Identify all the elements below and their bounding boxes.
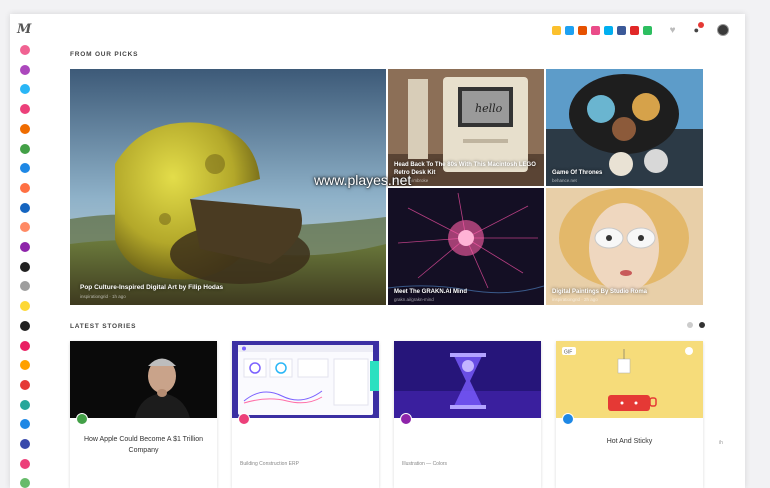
pick-card-got[interactable]: Game Of Thrones behance.net [546, 69, 703, 186]
pick-image-neuron-art [388, 188, 544, 305]
carousel-prev-dot[interactable] [687, 322, 693, 328]
category-icon-19[interactable] [20, 399, 30, 410]
category-icon-12[interactable] [20, 261, 30, 272]
carousel-next-dot[interactable] [699, 322, 705, 328]
notification-badge [698, 21, 704, 28]
app-window: M ♥ ● FROM OUR PICKS Pop Culture-Inspire… [10, 14, 745, 488]
pick-title[interactable]: Head Back To The 80s With This Macintosh… [394, 162, 538, 178]
producthunt-icon[interactable] [577, 25, 587, 35]
story-source-badge [400, 413, 412, 425]
pick-image-digital-portrait [546, 188, 703, 305]
story-card[interactable]: GIF Hot And Sticky [556, 341, 703, 488]
story-source-badge [238, 413, 250, 425]
pick-card-mac[interactable]: hello Head Back To The 80s With This Mac… [388, 69, 544, 186]
story-card[interactable]: How Apple Could Become A $1 Trillion Com… [70, 341, 217, 488]
pick-meta: behance.net [552, 178, 577, 183]
category-icon-13[interactable] [20, 281, 30, 292]
story-image-hourglass [394, 341, 541, 418]
category-icon-10[interactable] [20, 222, 30, 233]
category-sidebar: M [10, 14, 40, 488]
story-image-hot-and-sticky: GIF [556, 341, 703, 418]
category-icon-5[interactable] [20, 123, 30, 134]
category-icon-23[interactable] [20, 478, 30, 488]
story-meta: Building Construction ERP [240, 461, 299, 467]
pick-title[interactable]: Meet The GRAKN.AI Mind [394, 289, 538, 297]
story-card[interactable]: Building Construction ERP [232, 341, 379, 488]
feed-icon[interactable] [551, 25, 561, 35]
pick-meta: grakn.ai/grakn-mind [394, 297, 434, 302]
svg-text:GIF: GIF [564, 350, 572, 356]
svg-text:hello: hello [475, 102, 503, 115]
pick-card-portrait[interactable]: Digital Paintings By Studio Roma inspira… [546, 188, 703, 305]
bell-icon[interactable]: ● [694, 21, 704, 35]
category-icon-2[interactable] [20, 64, 30, 75]
category-icon-4[interactable] [20, 104, 30, 115]
category-icon-17[interactable] [20, 360, 30, 371]
pick-title[interactable]: Game Of Thrones [552, 170, 697, 178]
skype-icon[interactable] [603, 25, 613, 35]
story-image-dashboard [232, 341, 379, 418]
category-icon-20[interactable] [20, 419, 30, 430]
header-toolbar: ♥ ● [551, 21, 729, 36]
brand-logo[interactable]: M [17, 22, 31, 37]
category-icon-9[interactable] [20, 202, 30, 213]
facebook-icon[interactable] [616, 25, 626, 35]
heart-icon[interactable]: ♥ [670, 25, 676, 35]
category-icon-3[interactable] [20, 84, 30, 95]
story-title[interactable]: How Apple Could Become A $1 Trillion Com… [78, 435, 209, 457]
pick-title[interactable]: Digital Paintings By Studio Roma [552, 289, 697, 297]
category-icon-8[interactable] [20, 182, 30, 193]
category-icon-21[interactable] [20, 439, 30, 449]
category-icon-16[interactable] [20, 340, 30, 351]
category-icon-18[interactable] [20, 379, 30, 390]
category-icon-6[interactable] [20, 143, 30, 154]
story-source-badge [76, 413, 88, 425]
story-source-badge [562, 413, 574, 425]
pick-card-neuron[interactable]: Meet The GRAKN.AI Mind grakn.ai/grakn-mi… [388, 188, 544, 305]
story-meta: Illustration — Colors [402, 461, 448, 467]
side-label: ih [719, 440, 723, 446]
category-icon-15[interactable] [20, 320, 30, 331]
category-icon-1[interactable] [20, 45, 30, 55]
flipboard-icon[interactable] [629, 25, 639, 35]
dribbble-icon[interactable] [590, 25, 600, 35]
category-icon-14[interactable] [20, 301, 30, 312]
story-card[interactable]: Illustration — Colors [394, 341, 541, 488]
pick-meta: inspirationgrid · 1h ago [80, 294, 126, 299]
story-title[interactable]: Hot And Sticky [564, 437, 695, 448]
evernote-icon[interactable] [642, 25, 652, 35]
twitter-icon[interactable] [564, 25, 574, 35]
pick-title[interactable]: Pop Culture-Inspired Digital Art by Fili… [80, 284, 380, 292]
watermark-text: www.playes.net [314, 172, 412, 188]
carousel-controls [687, 322, 705, 328]
picks-section-title: FROM OUR PICKS [70, 51, 139, 58]
pick-image-got-figures [546, 69, 703, 186]
category-icon-7[interactable] [20, 163, 30, 174]
pick-meta: inspirationgrid · 2h ago [552, 297, 598, 302]
user-avatar[interactable] [717, 24, 729, 36]
latest-section-title: LATEST STORIES [70, 323, 137, 330]
category-icon-22[interactable] [20, 458, 30, 469]
category-icon-11[interactable] [20, 242, 30, 252]
story-image-apple [70, 341, 217, 418]
